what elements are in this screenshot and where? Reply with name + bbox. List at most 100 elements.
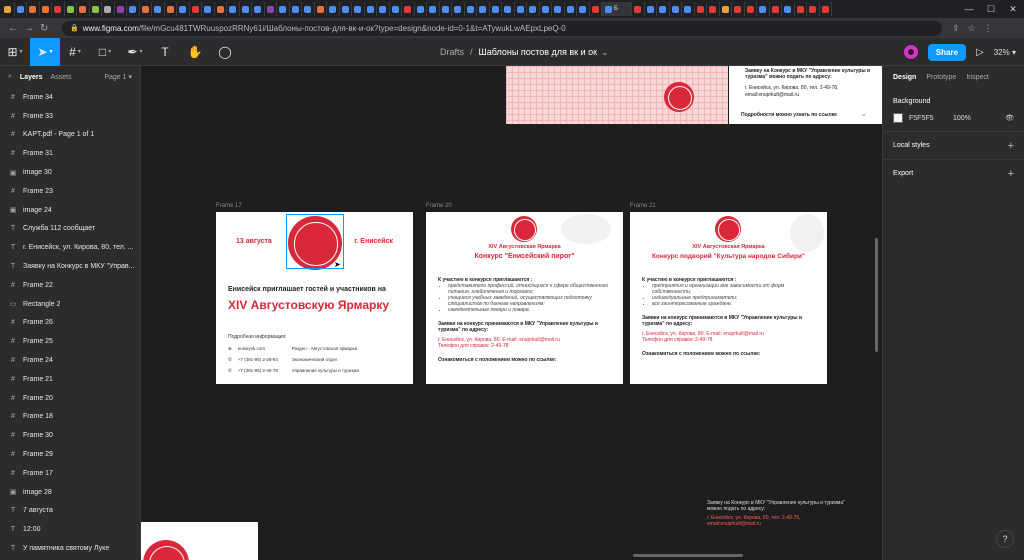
browser-tab[interactable] [377, 2, 390, 16]
present-icon[interactable]: ▷ [976, 47, 984, 58]
move-tool-icon[interactable]: ➤ ▾ [30, 37, 60, 66]
bottom-text-block[interactable]: Заявку на Конкурс в МКУ "Управление куль… [707, 500, 857, 527]
frame-label[interactable]: Frame 17 [216, 203, 242, 209]
browser-tab[interactable] [440, 2, 452, 16]
browser-tab[interactable] [390, 2, 402, 16]
browser-tab[interactable] [315, 2, 327, 16]
browser-tab[interactable] [807, 2, 820, 16]
browser-tab[interactable] [15, 2, 27, 16]
color-swatch[interactable] [893, 113, 903, 123]
browser-tab[interactable] [720, 2, 732, 16]
browser-tab[interactable] [52, 2, 65, 16]
browser-tab[interactable]: Б [602, 2, 632, 16]
layer-item[interactable]: # Frame 31 [0, 144, 140, 163]
reload-icon[interactable]: ↻ [40, 23, 48, 34]
back-icon[interactable]: ← [8, 23, 18, 34]
close-icon[interactable]: ✕ [1002, 0, 1024, 18]
layer-item[interactable]: # Frame 21 [0, 370, 140, 389]
browser-tab[interactable] [215, 2, 227, 16]
browser-tab[interactable] [515, 2, 527, 16]
browser-tab[interactable] [115, 2, 127, 16]
browser-tab[interactable] [477, 2, 490, 16]
tab-layers[interactable]: Layers [20, 74, 43, 81]
browser-tab[interactable] [265, 2, 277, 16]
layer-item[interactable]: # KAPT.pdf - Page 1 of 1 [0, 126, 140, 145]
browser-tab[interactable] [352, 2, 365, 16]
browser-tab[interactable] [682, 2, 695, 16]
plus-icon[interactable]: + [1008, 140, 1014, 152]
layer-item[interactable]: # Frame 29 [0, 445, 140, 464]
browser-tab[interactable] [240, 2, 252, 16]
tab-inspect[interactable]: Inspect [966, 74, 989, 81]
layer-item[interactable]: # Frame 24 [0, 351, 140, 370]
layer-item[interactable]: # Frame 30 [0, 426, 140, 445]
zoom-level[interactable]: 32% ▾ [994, 48, 1016, 57]
layer-item[interactable]: ▣ image 28 [0, 483, 140, 502]
vertical-scrollbar[interactable] [875, 238, 878, 352]
chevron-down-icon[interactable]: ⌄ [601, 47, 609, 58]
maximize-icon[interactable]: ☐ [980, 0, 1002, 18]
url-field[interactable]: 🔒 www.figma.com /file/mGcu481TWRuuspozRR… [62, 20, 942, 36]
canvas[interactable]: Заявку на Конкурс в МКУ "Управление куль… [141, 66, 882, 560]
frame-label[interactable]: Frame 20 [426, 203, 452, 209]
browser-tab[interactable] [490, 2, 502, 16]
browser-tab[interactable] [65, 2, 77, 16]
hand-tool-icon[interactable]: ✋ [180, 38, 210, 66]
forward-icon[interactable]: → [24, 23, 34, 34]
browser-tab[interactable] [252, 2, 265, 16]
bg-hex[interactable]: F5F5F5 [909, 115, 953, 122]
browser-tab[interactable] [165, 2, 177, 16]
browser-tab[interactable] [502, 2, 515, 16]
minimize-icon[interactable]: — [958, 0, 980, 18]
layer-item[interactable]: T Заявку на Конкурс в МКУ "Управ... [0, 257, 140, 276]
browser-tab[interactable] [782, 2, 795, 16]
frame-tool-icon[interactable]: # ▾ [60, 38, 90, 66]
layer-item[interactable]: ▣ image 24 [0, 201, 140, 220]
browser-tab[interactable] [327, 2, 340, 16]
browser-tab[interactable] [127, 2, 140, 16]
layer-item[interactable]: T 7 августа [0, 502, 140, 521]
browser-tab[interactable] [202, 2, 215, 16]
browser-tab[interactable] [415, 2, 427, 16]
layer-item[interactable]: # Frame 34 [0, 88, 140, 107]
bg-opacity[interactable]: 100% [953, 115, 971, 122]
layer-item[interactable]: # Frame 22 [0, 276, 140, 295]
pen-tool-icon[interactable]: ✒ ▾ [120, 38, 150, 66]
browser-tab[interactable] [820, 2, 832, 16]
avatar[interactable] [903, 45, 918, 59]
layer-item[interactable]: ▣ image 30 [0, 163, 140, 182]
browser-tab[interactable] [465, 2, 477, 16]
menu-dots-icon[interactable]: ⋮ [984, 23, 993, 34]
browser-tab[interactable] [152, 2, 165, 16]
layer-item[interactable]: # Frame 26 [0, 314, 140, 333]
frame-20[interactable]: XIV Августовская Ярмарка Конкурс "Енисей… [426, 212, 623, 384]
layer-item[interactable]: ▭ Rectangle 2 [0, 295, 140, 314]
share-page-icon[interactable]: ⇪ [952, 23, 960, 34]
layer-item[interactable]: # Frame 23 [0, 182, 140, 201]
layer-item[interactable]: # Frame 18 [0, 408, 140, 427]
plus-icon[interactable]: + [1008, 168, 1014, 180]
drafts-link[interactable]: Drafts [440, 47, 464, 57]
layer-item[interactable]: T 12:00 [0, 520, 140, 539]
browser-tab[interactable] [632, 2, 645, 16]
top-right-frame[interactable]: Заявку на Конкурс в МКУ "Управление куль… [729, 66, 882, 124]
horizontal-scrollbar[interactable] [633, 554, 743, 557]
browser-tab[interactable] [40, 2, 52, 16]
browser-tab[interactable] [340, 2, 352, 16]
browser-tab[interactable] [795, 2, 807, 16]
layer-item[interactable]: T У памятника святому Луке [0, 539, 140, 558]
browser-tab[interactable] [590, 2, 602, 16]
file-name[interactable]: Шаблоны постов для вк и ок [479, 47, 598, 57]
search-icon[interactable]: ⌕ [8, 73, 12, 81]
browser-tab[interactable] [102, 2, 115, 16]
browser-tab[interactable] [745, 2, 757, 16]
shape-tool-icon[interactable]: □ ▾ [90, 38, 120, 66]
browser-tab[interactable] [707, 2, 720, 16]
browser-tab[interactable] [695, 2, 707, 16]
browser-tab[interactable] [645, 2, 657, 16]
frame-17[interactable]: 13 августа ➤ г. Енисейск Енисейск пригла… [216, 212, 413, 384]
browser-tab[interactable] [770, 2, 782, 16]
browser-tab[interactable] [302, 2, 315, 16]
browser-tab[interactable] [577, 2, 590, 16]
browser-tab[interactable] [565, 2, 577, 16]
